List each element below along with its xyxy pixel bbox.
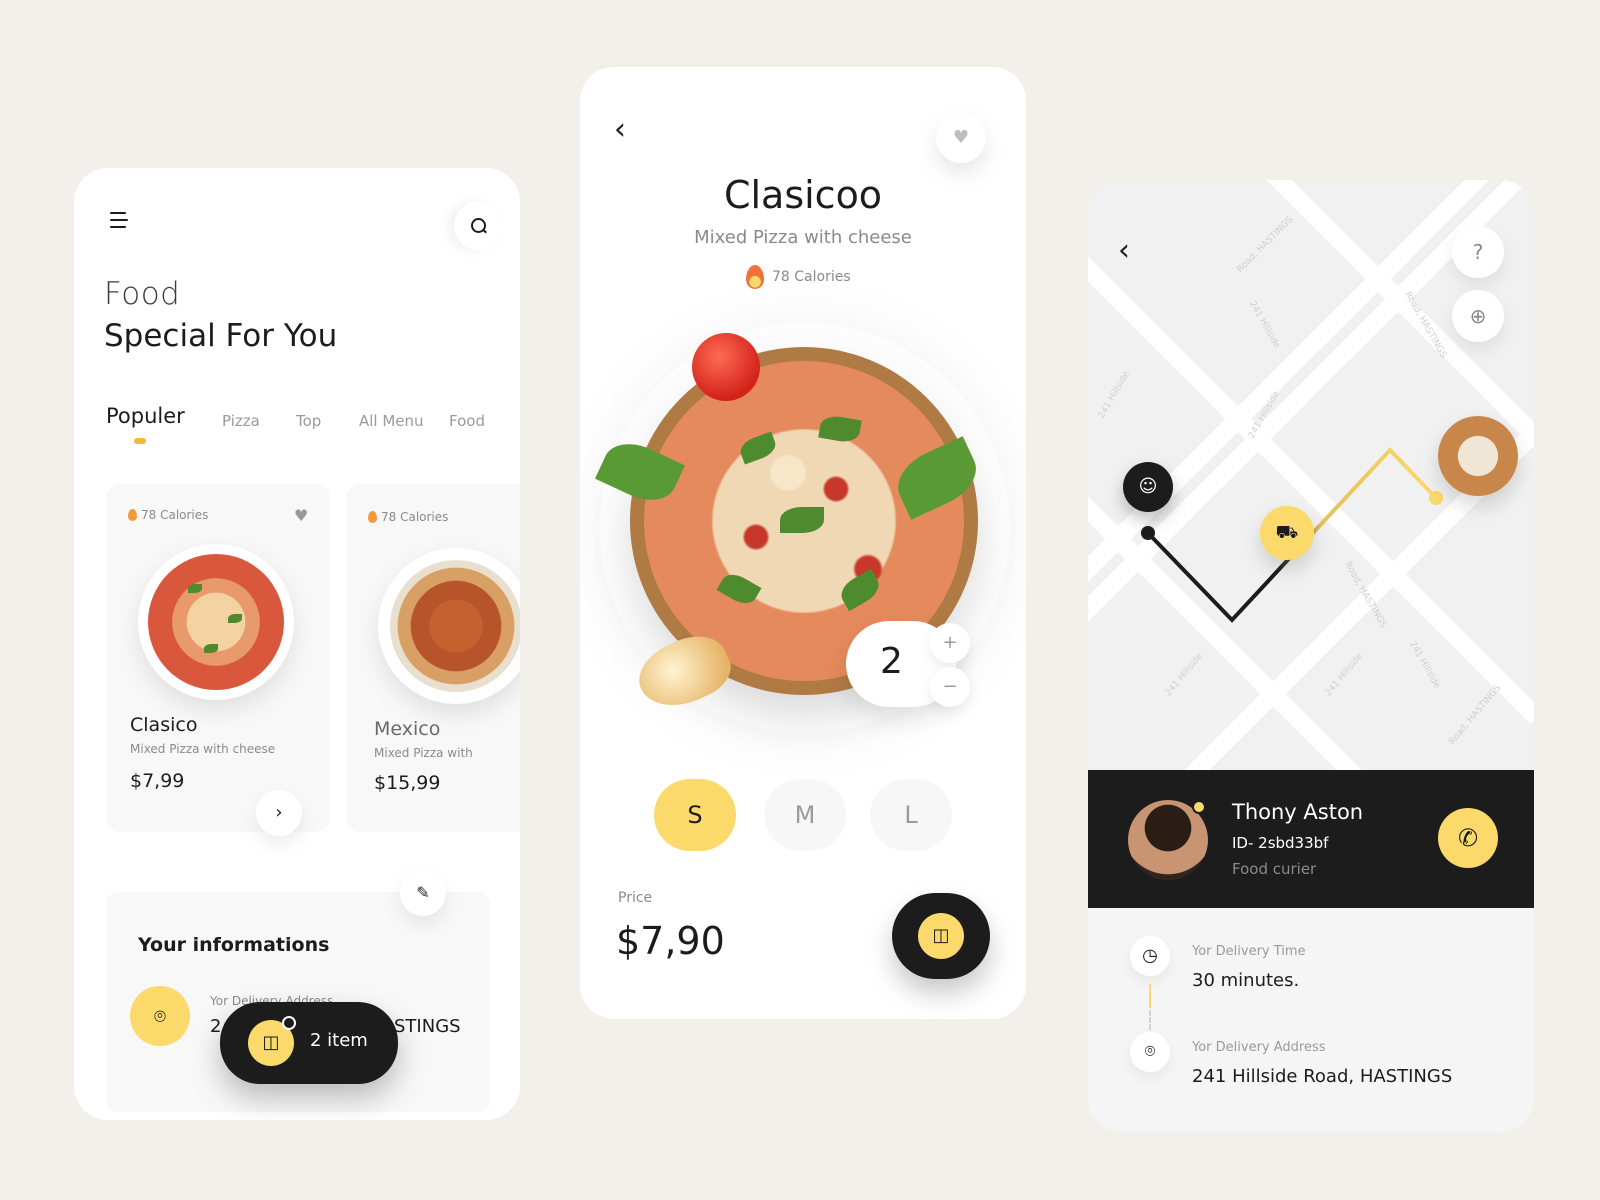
pizza-image bbox=[148, 554, 284, 690]
cart-button[interactable]: ◫ 2 item bbox=[220, 1002, 398, 1084]
food-card-mexico[interactable]: 78 Calories Mexico Mixed Pizza with $15,… bbox=[346, 484, 520, 832]
online-status-dot bbox=[1192, 800, 1206, 814]
clock-icon: ◷ bbox=[1130, 936, 1170, 976]
info-title: Your informations bbox=[138, 934, 330, 956]
calories-label: 78 Calories bbox=[141, 508, 209, 522]
courier-role: Food curier bbox=[1232, 860, 1317, 878]
active-tab-indicator bbox=[134, 438, 146, 444]
food-subtitle: Mixed Pizza with cheese bbox=[130, 742, 276, 756]
increment-button[interactable]: + bbox=[930, 623, 970, 663]
detail-screen: ‹ ♥ Clasicoo Mixed Pizza with cheese 78 … bbox=[580, 67, 1026, 1019]
cart-badge bbox=[282, 1016, 296, 1030]
size-m[interactable]: M bbox=[764, 779, 846, 851]
calories: 78 Calories bbox=[746, 265, 851, 289]
timeline-connector bbox=[1149, 1010, 1151, 1030]
calories: 78 Calories bbox=[128, 508, 208, 522]
flame-icon bbox=[368, 511, 377, 523]
chevron-right-icon[interactable]: › bbox=[256, 790, 302, 836]
food-title: Clasico bbox=[130, 714, 198, 736]
courier-id: ID- 2sbd33bf bbox=[1232, 834, 1329, 852]
tab-food[interactable]: Food bbox=[449, 412, 485, 430]
food-price: $7,99 bbox=[130, 770, 185, 792]
courier-name: Thony Aston bbox=[1232, 800, 1364, 824]
timeline-connector bbox=[1149, 984, 1151, 1008]
restaurant-marker[interactable] bbox=[1438, 416, 1518, 496]
pizza-plate-image bbox=[138, 544, 294, 700]
motorbike-icon[interactable]: ⛟ bbox=[1260, 506, 1314, 560]
location-pin-icon: ⌾ bbox=[130, 986, 190, 1046]
price-label: Price bbox=[618, 890, 653, 906]
flame-icon bbox=[746, 265, 764, 289]
quantity-value: 2 bbox=[880, 641, 903, 682]
pasta-image bbox=[390, 560, 520, 692]
calories-label: 78 Calories bbox=[772, 269, 851, 285]
favorite-button[interactable]: ♥ bbox=[936, 113, 986, 163]
tomato-image bbox=[692, 333, 760, 401]
add-to-cart-button[interactable]: ◫ bbox=[892, 893, 990, 979]
crosshair-icon[interactable]: ⊕ bbox=[1452, 290, 1504, 342]
destination-marker[interactable]: ☺ bbox=[1123, 462, 1173, 512]
page-title: Special For You bbox=[104, 318, 338, 354]
delivery-address: 241 Hillside Road, HASTINGS bbox=[1192, 1066, 1453, 1087]
flame-icon bbox=[128, 509, 137, 521]
location-pin-icon: ⌾ bbox=[1130, 1032, 1170, 1072]
phone-icon[interactable]: ✆ bbox=[1438, 808, 1498, 868]
product-subtitle: Mixed Pizza with cheese bbox=[694, 227, 912, 248]
food-title: Mexico bbox=[374, 718, 441, 740]
address-end: STINGS bbox=[394, 1016, 461, 1037]
courier-panel: Thony Aston ID- 2sbd33bf Food curier ✆ bbox=[1088, 770, 1534, 908]
size-l[interactable]: L bbox=[870, 779, 952, 851]
delivery-time: 30 minutes. bbox=[1192, 970, 1300, 991]
heading-light: Food bbox=[104, 276, 181, 312]
tab-populer[interactable]: Populer bbox=[106, 404, 185, 428]
delivery-map[interactable]: Road, HASTINGS 241 Hillside Road, HASTIN… bbox=[1088, 180, 1534, 770]
product-title: Clasicoo bbox=[723, 173, 883, 217]
food-price: $15,99 bbox=[374, 772, 441, 794]
heart-icon: ♥ bbox=[952, 127, 970, 148]
food-subtitle: Mixed Pizza with bbox=[374, 746, 473, 760]
heart-icon[interactable]: ♥ bbox=[294, 506, 308, 525]
price-value: $7,90 bbox=[616, 919, 725, 963]
help-icon[interactable]: ? bbox=[1452, 226, 1504, 278]
edit-icon[interactable]: ✎ bbox=[400, 870, 446, 916]
shopping-bag-icon: ◫ bbox=[918, 913, 964, 959]
calories: 78 Calories bbox=[368, 510, 448, 524]
back-icon[interactable]: ‹ bbox=[1118, 236, 1130, 266]
tab-all-menu[interactable]: All Menu bbox=[359, 412, 424, 430]
delivery-address-label: Yor Delivery Address bbox=[1192, 1040, 1326, 1055]
tab-pizza[interactable]: Pizza bbox=[222, 412, 260, 430]
decrement-button[interactable]: − bbox=[930, 667, 970, 707]
food-card-clasico[interactable]: 78 Calories ♥ Clasico Mixed Pizza with c… bbox=[106, 484, 330, 836]
tracking-screen: Road, HASTINGS 241 Hillside Road, HASTIN… bbox=[1088, 180, 1534, 1132]
back-icon[interactable]: ‹ bbox=[614, 115, 626, 145]
search-button[interactable] bbox=[454, 202, 502, 250]
pasta-plate-image bbox=[378, 548, 520, 704]
size-s[interactable]: S bbox=[654, 779, 736, 851]
delivery-time-label: Yor Delivery Time bbox=[1192, 944, 1306, 959]
tab-top[interactable]: Top bbox=[296, 412, 321, 430]
calories-label: 78 Calories bbox=[381, 510, 449, 524]
cart-count: 2 item bbox=[310, 1030, 368, 1051]
menu-icon[interactable] bbox=[110, 212, 128, 233]
home-screen: Food Special For You Populer Pizza Top A… bbox=[74, 168, 520, 1120]
